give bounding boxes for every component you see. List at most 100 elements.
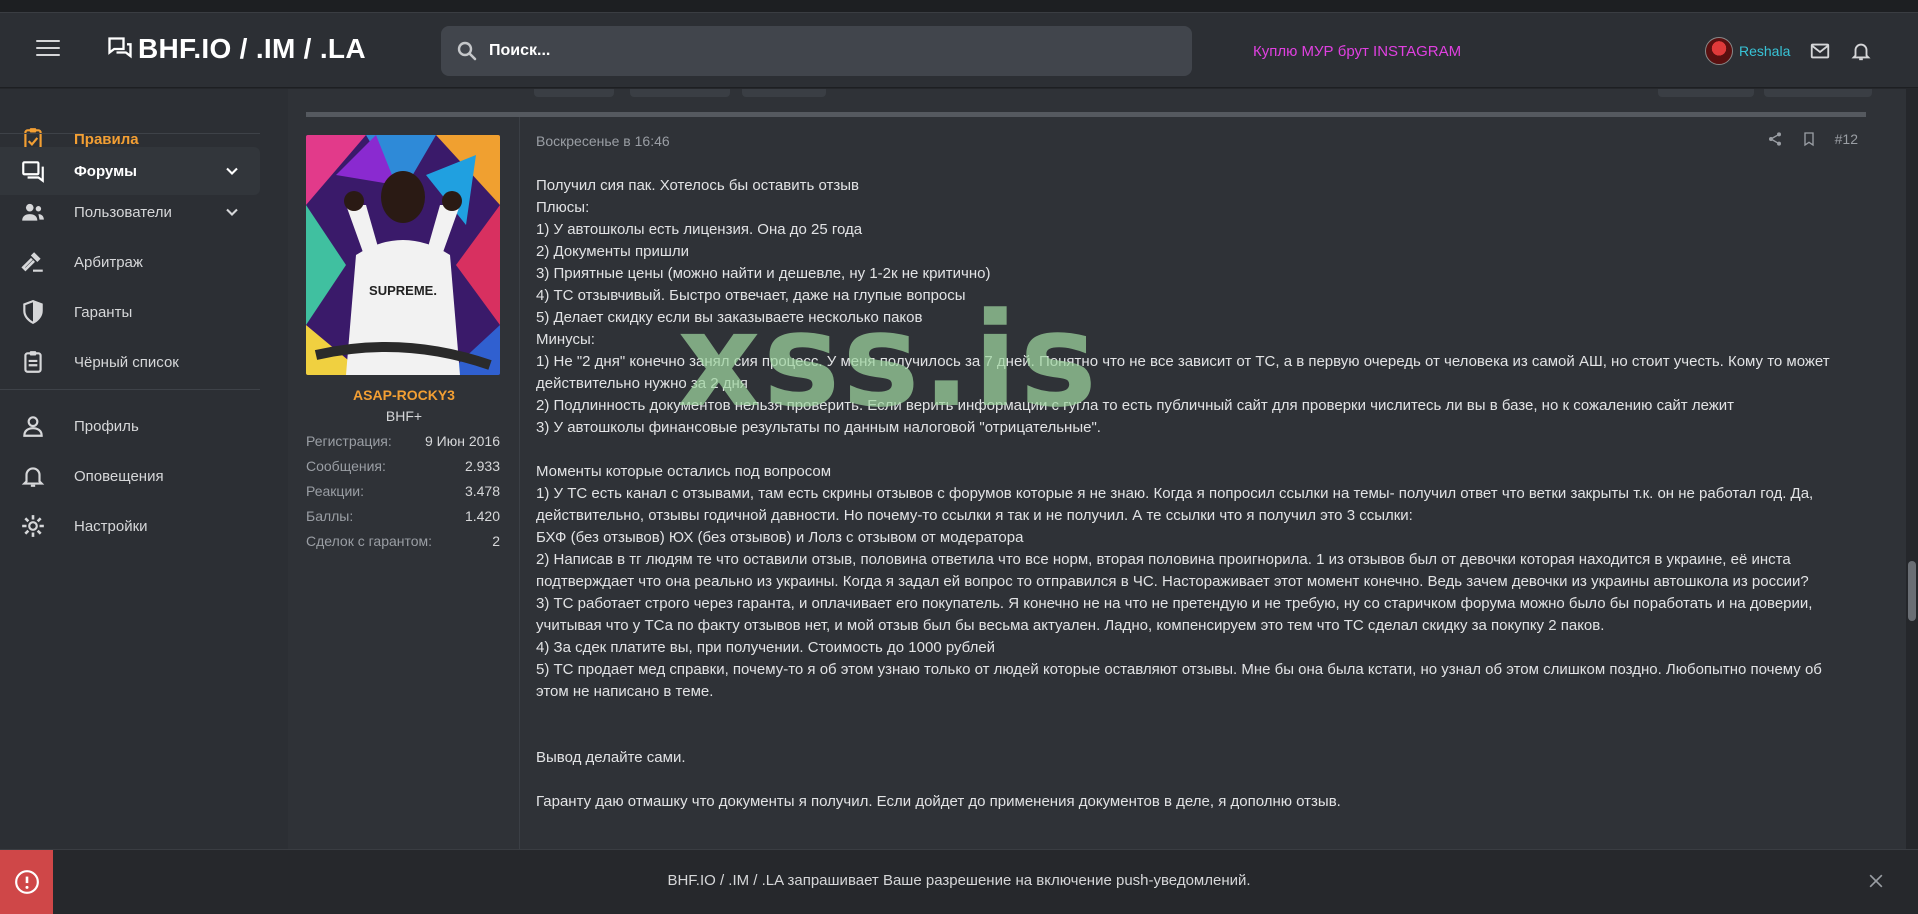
scrollbar[interactable] (1906, 89, 1918, 849)
sidebar: Правила Форумы Пользователи Арбитраж Гар… (0, 89, 288, 913)
search-icon (457, 41, 477, 61)
toolbar-stub (1764, 89, 1872, 97)
post-line: 4) ТС отзывчивый. Быстро отвечает, даже … (536, 287, 966, 304)
sidebar-item-settings[interactable]: Настройки (0, 502, 260, 550)
browser-top-strip (0, 0, 1918, 13)
site-header: BHF.IO / .IM / .LA Куплю МУР брут INSTAG… (0, 13, 1918, 88)
toolbar-stub (742, 89, 826, 97)
sidebar-item-label: Пользователи (74, 203, 172, 221)
stat-value: 3.478 (464, 483, 500, 499)
author-name[interactable]: ASAP-ROCKY3 (288, 387, 520, 403)
sidebar-item-label: Оповещения (74, 467, 164, 485)
stat-value: 2 (492, 533, 500, 549)
push-notice-bar: BHF.IO / .IM / .LA запрашивает Ваше разр… (0, 849, 1918, 914)
post-line: 3) Приятные цены (можно найти и дешевле,… (536, 265, 991, 282)
post-line: Гаранту даю отмашку что документы я полу… (536, 793, 1341, 810)
user-menu[interactable]: Reshala (1705, 37, 1790, 65)
post-line: Вывод делайте сами. (536, 749, 686, 766)
post-line: 1) У автошколы есть лицензия. Она до 25 … (536, 221, 863, 238)
notice-text: BHF.IO / .IM / .LA запрашивает Ваше разр… (0, 872, 1918, 889)
post-line: Получил сия пак. Хотелось бы оставить от… (536, 177, 859, 194)
stat-label: Реакции: (306, 483, 364, 499)
post-date[interactable]: Воскресенье в 16:46 (536, 133, 670, 149)
sidebar-item-profile[interactable]: Профиль (0, 402, 260, 450)
bell-icon[interactable] (1850, 40, 1872, 62)
sidebar-item-label: Настройки (74, 517, 148, 535)
post-line: 4) За сдек платите вы, при получении. Ст… (536, 639, 996, 656)
menu-icon[interactable] (36, 40, 60, 60)
username: Reshala (1739, 43, 1791, 59)
bell-icon (21, 467, 45, 487)
sidebar-divider (0, 389, 260, 390)
stat-value: 1.420 (464, 508, 500, 524)
search-bar[interactable] (441, 26, 1192, 76)
enable-push-link[interactable]: включение push-уведомлений. (1036, 872, 1250, 889)
sidebar-item-arbitration[interactable]: Арбитраж (0, 238, 260, 286)
sidebar-item-label: Форумы (74, 162, 137, 180)
post-line: Моменты которые остались под вопросом (536, 463, 832, 480)
thread-content: SUPREME. ASAP-ROCKY3 BHF+ Регистрация: 9 … (288, 89, 1906, 849)
author-stat-row: Баллы: 1.420 (306, 508, 500, 524)
post-body: Получил сия пак. Хотелось бы оставить от… (536, 175, 1856, 813)
post-line: 3) У автошколы финансовые результаты по … (536, 419, 1101, 436)
sidebar-item-label: Чёрный список (74, 353, 179, 371)
avatar-image: SUPREME. (306, 135, 500, 375)
shield-icon (23, 300, 43, 325)
post-author-column: SUPREME. ASAP-ROCKY3 BHF+ Регистрация: 9 … (288, 117, 520, 849)
share-icon[interactable] (1767, 131, 1783, 147)
blacklist-icon (24, 351, 42, 373)
mail-icon[interactable] (1809, 40, 1831, 62)
author-avatar[interactable]: SUPREME. (306, 135, 500, 375)
search-input[interactable] (489, 42, 1139, 60)
author-stat-row: Реакции: 3.478 (306, 483, 500, 499)
post-line: Минусы: (536, 331, 595, 348)
sidebar-item-label: Профиль (74, 417, 139, 435)
post-number[interactable]: #12 (1835, 131, 1858, 147)
avatar-shirt-text: SUPREME. (369, 283, 437, 298)
chat-logo-icon (108, 37, 132, 59)
post-line: 1) У ТС есть канал с отзывами, там есть … (536, 485, 1818, 524)
stat-label: Баллы: (306, 508, 354, 524)
avatar (1705, 37, 1733, 65)
post: Воскресенье в 16:46 #12 Получил сия пак.… (536, 117, 1876, 849)
chevron-down-icon[interactable] (222, 202, 242, 222)
sidebar-divider (0, 133, 260, 134)
person-icon (23, 416, 43, 437)
sidebar-item-alerts[interactable]: Оповещения (0, 452, 260, 500)
bookmark-icon[interactable] (1801, 131, 1817, 147)
toolbar-stub (1658, 89, 1754, 97)
author-stat-row: Сделок с гарантом: 2 (306, 533, 500, 549)
post-line: 1) Не "2 дня" конечно занял сия процесс.… (536, 353, 1834, 392)
sidebar-item-blacklist[interactable]: Чёрный список (0, 338, 260, 386)
stat-label: Сообщения: (306, 458, 386, 474)
post-line: 2) Подлинность документов нельзя провери… (536, 397, 1735, 414)
stat-label: Регистрация: (306, 433, 392, 449)
toolbar-stub (630, 89, 730, 97)
gavel-icon (21, 252, 43, 272)
notice-message: BHF.IO / .IM / .LA запрашивает Ваше разр… (667, 872, 1037, 889)
post-line: 3) ТС работает строго через гаранта, и о… (536, 595, 1817, 634)
post-line: 5) Делает скидку если вы заказываете нес… (536, 309, 923, 326)
author-stat-row: Регистрация: 9 Июн 2016 (306, 433, 500, 449)
post-line: Плюсы: (536, 199, 590, 216)
close-icon[interactable] (1866, 871, 1886, 891)
toolbar-stub (534, 89, 614, 97)
post-line: 2) Написав в тг людям те что оставили от… (536, 551, 1809, 590)
stat-value: 9 Июн 2016 (424, 433, 500, 449)
sidebar-item-users[interactable]: Пользователи (0, 188, 260, 236)
ad-link[interactable]: Куплю МУР брут INSTAGRAM (1253, 43, 1461, 60)
forum-icon (22, 161, 44, 183)
stat-value: 2.933 (464, 458, 500, 474)
site-logo[interactable]: BHF.IO / .IM / .LA (106, 33, 366, 65)
post-line: БХФ (без отзывов) ЮХ (без отзывов) и Лол… (536, 529, 1024, 546)
post-line: 2) Документы пришли (536, 243, 690, 260)
logo-text: BHF.IO / .IM / .LA (138, 33, 366, 64)
chevron-down-icon[interactable] (222, 161, 242, 181)
sidebar-item-guarantors[interactable]: Гаранты (0, 288, 260, 336)
author-stat-row: Сообщения: 2.933 (306, 458, 500, 474)
scrollbar-thumb[interactable] (1908, 561, 1916, 621)
